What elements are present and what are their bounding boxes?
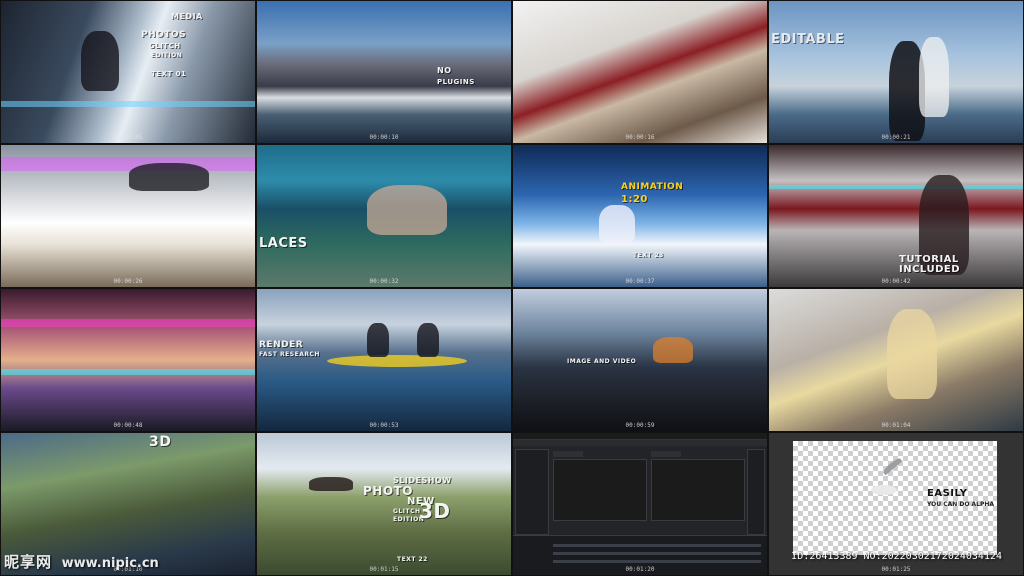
preview-tile-8[interactable]: TUTORIAL INCLUDED 00:00:42 [768, 144, 1024, 288]
tile-text-duration: 1:20 [621, 194, 648, 205]
tile-text-slideshow: SLIDESHOW [393, 476, 452, 485]
timecode: 00:00:21 [881, 134, 911, 141]
timecode: 00:00:42 [881, 278, 911, 285]
tile-text-alpha: YOU CAN DO ALPHA [927, 501, 995, 508]
tile-text-photos: PHOTOS [141, 30, 187, 40]
tile-text-editable: EDITABLE [771, 32, 845, 47]
watermark-brand: 昵享网 www.nipic.cn [4, 551, 159, 572]
tile-text-plugins: PLUGINS [437, 78, 475, 86]
watermark-brand-name: 昵享网 [4, 553, 53, 571]
tile-text-no: NO [437, 66, 452, 75]
scene-background [257, 1, 511, 143]
timecode: 00:00:10 [369, 134, 399, 141]
scene-background [1, 289, 255, 431]
tile-text-text22: TEXT 22 [397, 556, 428, 563]
timecode: 00:00:16 [625, 134, 655, 141]
preview-tile-12[interactable]: 00:01:04 [768, 288, 1024, 432]
tile-text-animation: ANIMATION [621, 182, 684, 192]
preview-tile-3[interactable]: 00:00:16 [512, 0, 768, 144]
video-preview-grid: PHOTOS MEDIA GLITCH EDITION TEXT 01 00:0… [0, 0, 1024, 576]
timecode: 00:00:48 [113, 422, 143, 429]
watermark-url: www.nipic.cn [61, 556, 159, 571]
glitch-bar [1, 157, 255, 171]
scene-background [513, 1, 767, 143]
paddler-figure [417, 323, 439, 357]
preview-tile-11[interactable]: IMAGE AND VIDEO 00:00:59 [512, 288, 768, 432]
editor-menubar[interactable] [513, 433, 767, 440]
timeline-track[interactable] [553, 560, 761, 563]
preview-tile-6[interactable]: LACES 00:00:32 [256, 144, 512, 288]
preview-tile-14[interactable]: PHOTO SLIDESHOW NEW GLITCH EDITION 3D TE… [256, 432, 512, 576]
timecode: 00:00:26 [113, 278, 143, 285]
timecode: 00:01:20 [625, 566, 655, 573]
skydiver-figure [309, 477, 353, 491]
scene-background [513, 289, 767, 431]
editor-toolbar[interactable] [513, 440, 767, 446]
tile-text-3d-large: 3D [419, 499, 451, 523]
timecode: 00:00:59 [625, 422, 655, 429]
tile-text-render: RENDER [259, 340, 304, 350]
preview-tile-9[interactable]: 00:00:48 [0, 288, 256, 432]
timecode: 00:00:05 [113, 134, 143, 141]
editor-viewer-tab[interactable] [651, 451, 681, 457]
preview-tile-15-editor[interactable]: 00:01:20 [512, 432, 768, 576]
timeline-track[interactable] [553, 544, 761, 547]
timeline-track[interactable] [553, 552, 761, 555]
diver-figure [367, 185, 447, 235]
tile-text-laces: LACES [259, 236, 308, 251]
tile-text-glitch: GLITCH [393, 508, 421, 515]
timecode: 00:01:04 [881, 422, 911, 429]
glitch-bar [769, 185, 1023, 189]
tile-text-tutorial: TUTORIAL INCLUDED [899, 254, 960, 275]
tile-text-fast-research: FAST RESEARCH [259, 351, 320, 358]
woman-figure [919, 37, 949, 117]
preview-tile-5[interactable]: 00:00:26 [0, 144, 256, 288]
tile-text-glitch: GLITCH [149, 42, 181, 50]
bike-figure [129, 163, 209, 191]
preview-tile-1[interactable]: PHOTOS MEDIA GLITCH EDITION TEXT 01 00:0… [0, 0, 256, 144]
preview-tile-2[interactable]: NO PLUGINS 00:00:10 [256, 0, 512, 144]
editor-viewer-tab[interactable] [553, 451, 583, 457]
watermark-id: ID:26413389 NO:20220302172024034124 [791, 551, 1002, 562]
tile-text-text01: TEXT 01 [151, 70, 187, 78]
editor-project-panel[interactable] [515, 449, 549, 535]
preview-tile-4[interactable]: EDITABLE 00:00:21 [768, 0, 1024, 144]
scene-background [257, 433, 511, 575]
timecode: 00:00:37 [625, 278, 655, 285]
glitch-bar [1, 369, 255, 375]
tile-text-text23: TEXT 23 [633, 252, 664, 259]
scene-background [1, 1, 255, 143]
woman-portrait [887, 309, 937, 399]
timecode: 00:00:53 [369, 422, 399, 429]
tile-text-media: MEDIA [171, 12, 203, 21]
tile-text-3d: 3D [149, 434, 172, 450]
timecode: 00:00:32 [369, 278, 399, 285]
tile-text-easily: EASILY [927, 488, 968, 499]
scene-background [513, 145, 767, 287]
tile-text-photo: PHOTO [363, 484, 413, 498]
glitch-bar [1, 101, 255, 107]
tile-text-image-video: IMAGE AND VIDEO [567, 358, 637, 365]
tile-text-edition: EDITION [151, 52, 183, 59]
tent-figure [653, 337, 693, 363]
dancer-figure [81, 31, 119, 91]
paddler-figure [367, 323, 389, 357]
editor-composition-viewer[interactable] [553, 459, 647, 521]
kayak-figure [327, 355, 467, 367]
preview-tile-7[interactable]: ANIMATION 1:20 TEXT 23 00:00:37 [512, 144, 768, 288]
editor-layer-viewer[interactable] [651, 459, 745, 521]
snowboarder-figure [599, 205, 635, 243]
glitch-bar [1, 319, 255, 327]
editor-effects-panel[interactable] [747, 449, 765, 535]
seagull-icon [871, 485, 897, 495]
preview-tile-10[interactable]: RENDER FAST RESEARCH 00:00:53 [256, 288, 512, 432]
timecode: 00:01:25 [881, 566, 911, 573]
timecode: 00:01:15 [369, 566, 399, 573]
